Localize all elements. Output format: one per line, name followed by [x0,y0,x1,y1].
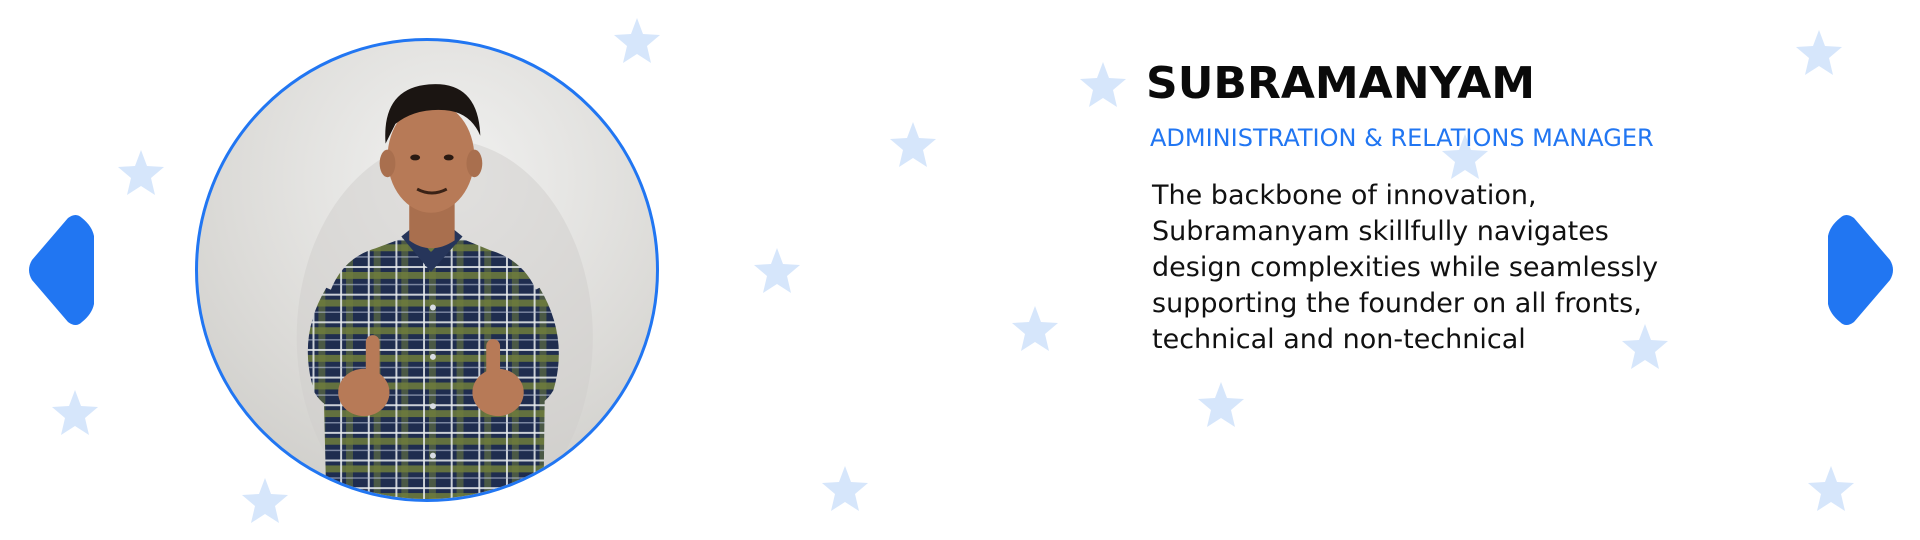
star-icon [754,248,800,293]
team-member-slide: SUBRAMANYAM ADMINISTRATION & RELATIONS M… [0,0,1920,540]
star-icon [1796,30,1842,75]
star-icon [242,478,288,523]
member-name: SUBRAMANYAM [1146,58,1536,109]
star-icon [1080,62,1126,107]
profile-info: SUBRAMANYAM ADMINISTRATION & RELATIONS M… [1146,56,1706,358]
star-icon [52,390,98,435]
member-bio: The backbone of innovation, Subramanyam … [1152,180,1659,355]
star-icon [614,18,660,63]
previous-slide-button[interactable] [24,212,96,328]
star-icon [890,122,936,167]
star-icon [1012,306,1058,351]
member-role: ADMINISTRATION & RELATIONS MANAGER [1150,124,1654,152]
profile-photo [195,38,659,502]
star-icon [1198,382,1244,427]
person-illustration [296,84,593,499]
chevron-left-icon [29,215,94,325]
star-icon [1808,466,1854,511]
next-slide-button[interactable] [1826,212,1898,328]
chevron-right-icon [1828,215,1893,325]
star-icon [118,150,164,195]
star-icon [822,466,868,511]
